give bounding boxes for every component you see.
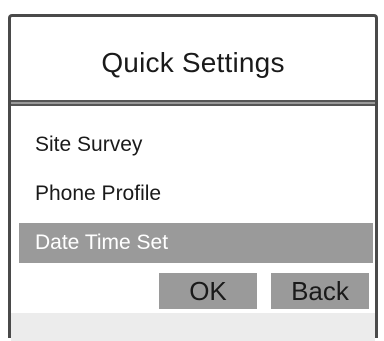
title-divider [11,100,375,106]
menu-item-site-survey[interactable]: Site Survey [19,125,373,165]
softkey-bar: OK Back [159,273,369,309]
back-button[interactable]: Back [271,273,369,309]
page-title: Quick Settings [101,46,285,78]
title-bar: Quick Settings [11,17,375,100]
bottom-strip [11,313,375,341]
settings-menu: Site Survey Phone Profile Date Time Set [19,125,373,272]
menu-item-date-time-set[interactable]: Date Time Set [19,223,373,263]
phone-screen: Quick Settings Site Survey Phone Profile… [8,14,378,341]
ok-button[interactable]: OK [159,273,257,309]
device-bezel: Quick Settings Site Survey Phone Profile… [0,0,384,341]
menu-item-phone-profile[interactable]: Phone Profile [19,174,373,214]
